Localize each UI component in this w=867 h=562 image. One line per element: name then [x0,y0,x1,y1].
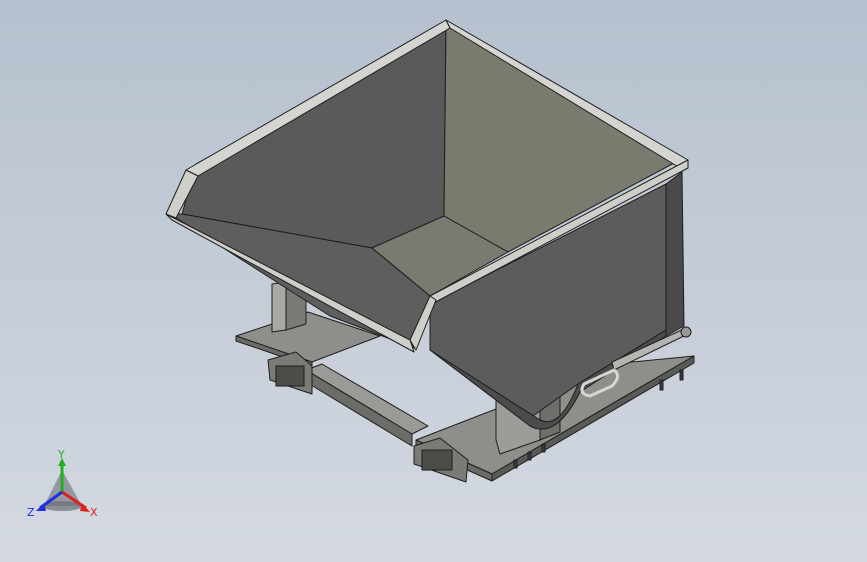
y-axis-label: Y [57,448,65,461]
rear-post-left [271,281,287,333]
inner-left-wall [181,23,447,249]
hopper-right-end [665,171,685,337]
fork-pocket-left-hole [275,365,305,387]
hopper [165,19,692,430]
front-tube [305,363,429,435]
cad-viewport[interactable]: Y X Z [0,0,867,562]
axis-triad[interactable]: Y X Z [27,448,98,519]
model-canvas[interactable]: Y X Z [0,0,867,562]
tipping-skip-model [165,19,695,483]
rod-end-cap [680,326,692,338]
fork-pocket-right-hole [421,449,453,471]
x-axis-label: X [90,506,98,519]
z-axis-label: Z [27,506,35,519]
